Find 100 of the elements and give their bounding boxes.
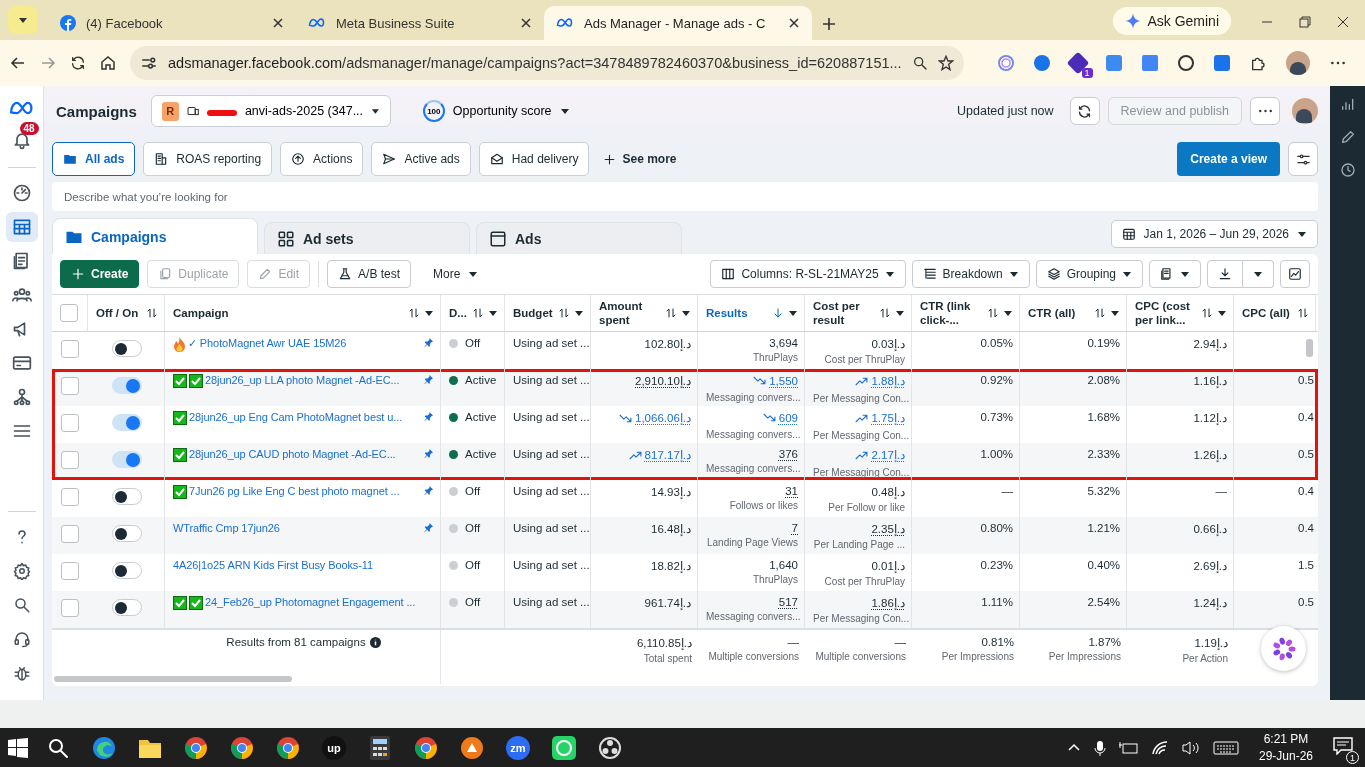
close-icon[interactable]	[788, 17, 800, 29]
toggle-switch[interactable]	[112, 599, 142, 616]
browser-tab[interactable]: Meta Business Suite	[296, 6, 544, 40]
close-icon[interactable]	[272, 17, 284, 29]
level-tab[interactable]: Ad sets	[264, 222, 470, 254]
campaign-link[interactable]: ✓ PhotoMagnet Awr UAE 15M26	[188, 337, 421, 350]
metric-value[interactable]: 2.17د.إ	[871, 448, 905, 462]
view-tab[interactable]: ROAS reporting	[143, 142, 273, 176]
row-checkbox[interactable]	[61, 414, 79, 432]
row-checkbox[interactable]	[61, 451, 79, 469]
row-checkbox[interactable]	[61, 488, 79, 506]
sidebar-item[interactable]	[5, 212, 38, 242]
opportunity-score[interactable]: 100 Opportunity score	[416, 99, 576, 123]
toggle-switch[interactable]	[112, 525, 142, 542]
chart-button[interactable]	[1280, 260, 1310, 288]
home-icon[interactable]	[100, 55, 116, 71]
row-checkbox[interactable]	[61, 599, 79, 617]
select-all-checkbox[interactable]	[60, 304, 78, 322]
scrollbar[interactable]	[1306, 339, 1313, 357]
row-checkbox[interactable]	[61, 562, 79, 580]
forward-icon[interactable]	[40, 55, 56, 71]
close-icon[interactable]	[520, 17, 532, 29]
assistant-button[interactable]	[1261, 626, 1306, 671]
microphone-icon[interactable]	[1092, 739, 1107, 756]
profile-avatar[interactable]	[1292, 98, 1318, 124]
view-tab[interactable]: Actions	[280, 142, 364, 176]
create-button[interactable]: Create	[60, 260, 140, 288]
column-header[interactable]: Budget	[513, 306, 554, 320]
metric-value[interactable]: 2,910.10د.إ	[635, 374, 691, 388]
columns-dropdown[interactable]: Columns: R-SL-21MAY25	[710, 260, 906, 288]
column-header[interactable]: Cost per result	[813, 299, 875, 327]
view-tab[interactable]: Had delivery	[478, 142, 590, 176]
column-header[interactable]: Results	[706, 306, 768, 320]
level-tab[interactable]: Ads	[476, 222, 682, 254]
toggle-switch[interactable]	[112, 340, 142, 357]
keyboard-icon[interactable]	[1212, 739, 1239, 756]
row-checkbox[interactable]	[61, 340, 79, 358]
metric-value[interactable]: 31	[785, 485, 798, 497]
column-header[interactable]: D...	[449, 306, 468, 320]
search-field[interactable]: Describe what you’re looking for	[52, 182, 1318, 211]
report-dropdown[interactable]	[1149, 260, 1201, 288]
metric-value[interactable]: 376	[778, 448, 798, 460]
date-range-picker[interactable]: Jan 1, 2026 – Jun 29, 2026	[1110, 220, 1318, 248]
restore-icon[interactable]	[1299, 16, 1311, 28]
battery-icon[interactable]	[1118, 740, 1139, 755]
wifi-icon[interactable]	[1150, 739, 1169, 756]
account-selector[interactable]: R anvi-ads-2025 (347...	[150, 95, 391, 127]
scrollbar[interactable]	[54, 676, 292, 682]
browser-tab[interactable]: (4) Facebook	[48, 6, 296, 40]
breakdown-dropdown[interactable]: Breakdown	[911, 260, 1030, 288]
metric-value[interactable]: 517	[778, 596, 798, 608]
metric-value[interactable]: 609	[778, 411, 798, 424]
level-tab[interactable]: Campaigns	[52, 218, 258, 254]
row-checkbox[interactable]	[61, 525, 79, 543]
export-button[interactable]	[1207, 260, 1243, 288]
toggle-switch[interactable]	[112, 562, 142, 579]
view-tab[interactable]: All ads	[52, 142, 136, 176]
column-header[interactable]: CPC (all)	[1242, 306, 1293, 320]
gemini-button[interactable]: Ask Gemini	[1113, 7, 1231, 35]
more-menu[interactable]: More	[427, 266, 485, 282]
metric-value[interactable]: 7	[791, 522, 798, 534]
toggle-switch[interactable]	[112, 377, 142, 394]
metric-value[interactable]: 1,066.06د.إ	[635, 411, 691, 425]
column-header[interactable]: CTR (all)	[1028, 306, 1090, 320]
back-icon[interactable]	[10, 55, 26, 71]
refresh-button[interactable]	[1069, 97, 1100, 125]
notification-icon[interactable]	[1333, 737, 1353, 755]
volume-icon[interactable]	[1180, 739, 1201, 756]
metric-value[interactable]: 2.35د.إ	[871, 522, 905, 536]
toggle-switch[interactable]	[112, 414, 142, 431]
create-view-button[interactable]: Create a view	[1177, 142, 1280, 176]
column-header[interactable]: Off / On	[96, 306, 142, 320]
puzzle-icon[interactable]	[1249, 55, 1266, 71]
column-header[interactable]: CTR (link click-...	[920, 299, 983, 327]
toggle-switch[interactable]	[112, 451, 142, 468]
campaign-link[interactable]: 28jun26_up Eng Cam PhotoMagnet best u...	[189, 411, 421, 423]
column-header[interactable]: CPC (cost per link...	[1135, 299, 1197, 327]
profile-avatar[interactable]	[1285, 51, 1310, 75]
metric-value[interactable]: 1.75د.إ	[871, 411, 905, 425]
row-checkbox[interactable]	[61, 377, 79, 395]
address-bar[interactable]: adsmanager.facebook.com/adsmanager/manage/campaigns?act=3478489782460370&business_id=620887151...	[130, 46, 964, 80]
column-header[interactable]: Amount spent	[599, 299, 661, 327]
metric-value[interactable]: 1,550	[769, 374, 798, 387]
toggle-switch[interactable]	[112, 488, 142, 505]
see-more-button[interactable]: See more	[597, 151, 683, 167]
campaign-link[interactable]: 28jun26_up LLA photo Magnet -Ad-EC...	[205, 374, 421, 386]
tab-list-button[interactable]	[8, 6, 38, 34]
new-tab-icon[interactable]	[822, 17, 836, 31]
campaign-link[interactable]: WTraffic Cmp 17jun26	[173, 522, 421, 534]
campaign-link[interactable]: 24_Feb26_up Photomagnet Engagement ...	[205, 596, 434, 608]
browser-tab[interactable]: Ads Manager - Manage ads - C	[544, 6, 812, 40]
windows-start-icon[interactable]	[8, 737, 28, 758]
flask-button[interactable]: A/B test	[327, 260, 412, 288]
settings-button[interactable]	[1288, 142, 1318, 176]
layers-dropdown[interactable]: Grouping	[1035, 260, 1143, 288]
campaign-link[interactable]: 28jun26_up CAUD photo Magnet -Ad-EC...	[189, 448, 421, 460]
export-dropdown[interactable]	[1243, 260, 1274, 288]
campaign-link[interactable]: 4A26|1o25 ARN Kids First Busy Books-11	[173, 559, 434, 571]
metric-value[interactable]: 817.17د.إ	[644, 448, 691, 462]
view-tab[interactable]: Active ads	[371, 142, 471, 176]
